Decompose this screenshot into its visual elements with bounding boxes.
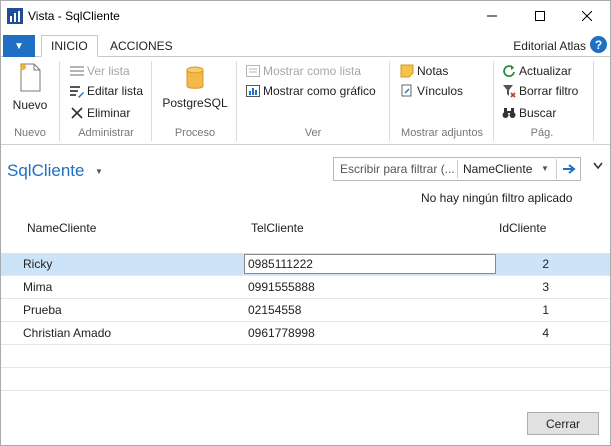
group-divider	[593, 61, 594, 141]
actualizar-button[interactable]: Actualizar	[501, 61, 572, 81]
table-row[interactable]: Ricky 0985111222 2	[1, 253, 610, 276]
group-label-proceso: Proceso	[174, 127, 216, 139]
vinculos-label: Vínculos	[417, 84, 464, 98]
title-dropdown-icon[interactable]: ▼	[95, 167, 103, 176]
new-document-icon	[20, 63, 41, 92]
tab-inicio[interactable]: INICIO	[41, 35, 98, 57]
notas-label: Notas	[417, 64, 449, 78]
database-icon	[186, 66, 204, 89]
maximize-icon	[535, 11, 545, 21]
buscar-button[interactable]: Buscar	[501, 103, 556, 123]
chart-view-icon	[245, 83, 261, 99]
column-header-tel[interactable]: TelCliente	[251, 221, 304, 235]
cell-id: 2	[542, 257, 549, 271]
app-menu-button[interactable]: ▼	[3, 35, 35, 57]
cell-id: 1	[542, 303, 549, 317]
group-divider	[493, 61, 494, 141]
group-divider	[389, 61, 390, 141]
company-name[interactable]: Editorial Atlas	[513, 39, 586, 53]
ribbon: Nuevo Nuevo Ver lista Editar lista Elimi…	[1, 57, 610, 145]
postgresql-label: PostgreSQL	[162, 96, 228, 110]
vinculos-button[interactable]: Vínculos	[399, 81, 463, 101]
group-divider	[59, 61, 60, 141]
collapse-chevron-icon[interactable]	[593, 161, 603, 173]
mostrar-lista-label: Mostrar como lista	[263, 64, 362, 78]
minimize-icon	[487, 15, 497, 17]
binoculars-icon	[501, 105, 517, 121]
cell-tel[interactable]: 0985111222	[248, 257, 313, 271]
clear-filter-icon	[501, 83, 517, 99]
actualizar-label: Actualizar	[519, 64, 572, 78]
maximize-button[interactable]	[517, 1, 563, 31]
table-row[interactable]: Prueba 02154558 1	[1, 299, 610, 322]
group-label-ver: Ver	[304, 127, 322, 139]
filter-status: No hay ningún filtro aplicado	[421, 191, 573, 205]
filter-apply-button[interactable]	[556, 159, 580, 179]
cell-id: 4	[542, 326, 549, 340]
minimize-button[interactable]	[469, 1, 515, 31]
borrar-filtro-button[interactable]: Borrar filtro	[501, 81, 578, 101]
close-icon	[582, 11, 592, 21]
nuevo-label: Nuevo	[12, 98, 48, 112]
view-list-icon	[69, 63, 85, 79]
cell-tel: 02154558	[248, 303, 302, 317]
refresh-icon	[501, 63, 517, 79]
group-divider	[236, 61, 237, 141]
chevron-down-icon: ▼	[14, 40, 24, 52]
ver-lista-button[interactable]: Ver lista	[69, 61, 130, 81]
filter-box: NameCliente ▼	[333, 157, 581, 181]
mostrar-grafico-button[interactable]: Mostrar como gráfico	[245, 81, 376, 101]
eliminar-button[interactable]: Eliminar	[69, 103, 130, 123]
cell-tel: 0991555888	[248, 280, 315, 294]
link-icon	[399, 83, 415, 99]
table-row[interactable]: Christian Amado 0961778998 4	[1, 322, 610, 345]
column-header-name[interactable]: NameCliente	[27, 221, 96, 235]
mostrar-lista-button[interactable]: Mostrar como lista	[245, 61, 361, 81]
mostrar-grafico-label: Mostrar como gráfico	[263, 84, 376, 98]
cell-tel: 0961778998	[248, 326, 315, 340]
notas-button[interactable]: Notas	[399, 61, 448, 81]
nuevo-button[interactable]: Nuevo	[9, 61, 51, 112]
borrar-filtro-label: Borrar filtro	[519, 84, 579, 98]
cell-id: 3	[542, 280, 549, 294]
page-title[interactable]: SqlCliente	[7, 161, 85, 181]
column-header-id[interactable]: IdCliente	[499, 221, 546, 235]
empty-row	[1, 368, 610, 391]
filter-input[interactable]	[334, 159, 454, 179]
editar-lista-label: Editar lista	[87, 84, 144, 98]
editar-lista-button[interactable]: Editar lista	[69, 81, 143, 101]
eliminar-label: Eliminar	[87, 106, 131, 120]
empty-row	[1, 345, 610, 368]
close-window-button[interactable]	[564, 1, 610, 31]
cell-name: Christian Amado	[23, 326, 112, 340]
postgresql-button[interactable]: PostgreSQL	[161, 65, 229, 110]
ribbon-tab-row: ▼ INICIO ACCIONES Editorial Atlas ?	[1, 33, 610, 57]
ver-lista-label: Ver lista	[87, 64, 130, 78]
chevron-down-icon[interactable]: ▼	[541, 164, 549, 173]
help-icon[interactable]: ?	[590, 36, 607, 53]
app-chart-icon	[7, 8, 23, 24]
cell-name: Prueba	[23, 303, 62, 317]
table-row[interactable]: Mima 0991555888 3	[1, 276, 610, 299]
delete-icon	[69, 105, 85, 121]
group-label-nuevo: Nuevo	[14, 127, 46, 139]
app-window: Vista - SqlCliente ▼ INICIO ACCIONES Edi…	[0, 0, 611, 446]
buscar-label: Buscar	[519, 106, 557, 120]
list-view-icon	[245, 63, 261, 79]
cell-name: Ricky	[23, 257, 53, 271]
group-label-adjuntos: Mostrar adjuntos	[401, 127, 483, 139]
arrow-right-icon	[562, 164, 576, 174]
note-icon	[399, 63, 415, 79]
group-label-administrar: Administrar	[78, 127, 134, 139]
cerrar-button[interactable]: Cerrar	[527, 412, 599, 435]
title-bar: Vista - SqlCliente	[1, 1, 610, 31]
cell-name: Mima	[23, 280, 53, 294]
tab-acciones[interactable]: ACCIONES	[101, 35, 182, 57]
group-divider	[151, 61, 152, 141]
edit-list-icon	[69, 83, 85, 99]
window-title: Vista - SqlCliente	[28, 9, 120, 23]
group-label-pag: Pág.	[530, 127, 554, 139]
